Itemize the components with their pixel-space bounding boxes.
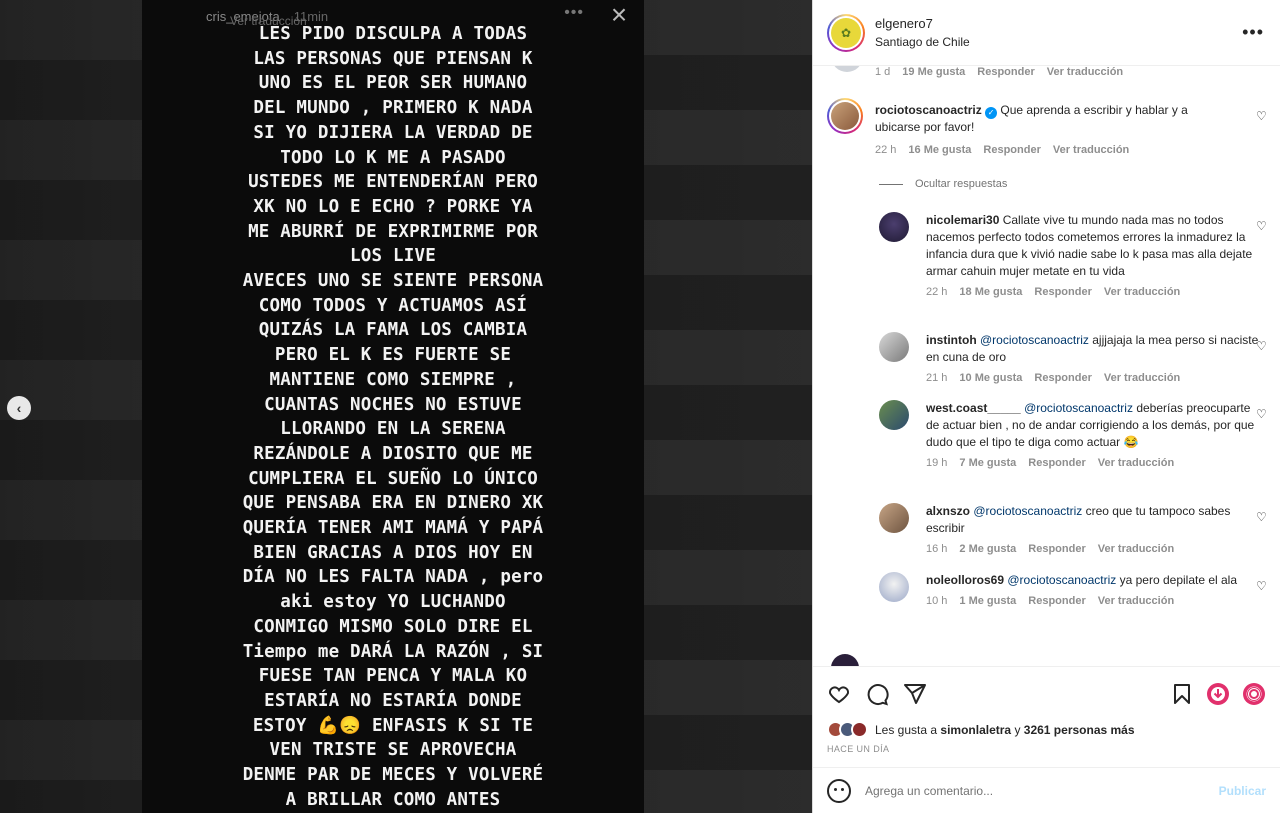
comment-icon[interactable] — [865, 682, 889, 706]
comment-meta: 21 h 10 Me gusta Responder Ver traducción — [926, 372, 1181, 384]
liker-username[interactable]: simonlaletra — [940, 723, 1011, 737]
translate-button[interactable]: Ver traducción — [1098, 543, 1174, 555]
story-text: LES PIDO DISCULPA A TODAS LAS PERSONAS Q… — [242, 24, 544, 810]
avatar — [851, 721, 868, 738]
comment-meta: 1 d 19 Me gusta Responder Ver traducción — [875, 66, 1124, 78]
avatar[interactable] — [879, 212, 909, 242]
story-more-icon: ••• — [564, 4, 584, 21]
reply-button[interactable]: Responder — [977, 66, 1034, 78]
avatar[interactable] — [827, 98, 863, 134]
comment-meta: 10 h1 Me gusta Responder Ver traducción — [926, 595, 1175, 607]
translate-button[interactable]: Ver traducción — [1047, 66, 1123, 78]
likes-count[interactable]: 10 Me gusta — [959, 372, 1022, 384]
reply-item: instintoh @rociotoscanoactriz ajjjajaja … — [879, 332, 1265, 384]
comment-input[interactable] — [865, 783, 1219, 798]
avatar[interactable] — [831, 66, 863, 72]
like-heart-icon[interactable] — [827, 682, 851, 706]
post-location[interactable]: Santiago de Chile — [875, 35, 970, 49]
likes-summary: Les gusta a simonlaletra y 3261 personas… — [827, 721, 1266, 738]
avatar[interactable]: ✿ — [827, 13, 865, 52]
verified-badge-icon: ✓ — [985, 107, 998, 119]
likes-count[interactable]: 19 Me gusta — [902, 66, 965, 78]
download-extension-icon[interactable] — [1206, 682, 1230, 706]
reply-button[interactable]: Responder — [1034, 372, 1091, 384]
reply-item: alxnszo @rociotoscanoactriz creo que tu … — [879, 503, 1265, 555]
avatar[interactable] — [831, 654, 859, 666]
media-viewer: cris_emejota 11min Ver traducción ••• × … — [0, 0, 812, 813]
heart-icon[interactable]: ♡ — [1256, 220, 1268, 232]
more-options-icon[interactable]: ••• — [1242, 22, 1264, 43]
main-comment: rociotoscanoactriz ✓ Que aprenda a escri… — [875, 102, 1235, 156]
translate-button[interactable]: Ver traducción — [1098, 595, 1174, 607]
comment-meta: 16 h2 Me gusta Responder Ver traducción — [926, 543, 1175, 555]
avatar[interactable] — [879, 332, 909, 362]
comment-username[interactable]: west.coast_____ — [926, 401, 1021, 415]
reply-item: west.coast_____ @rociotoscanoactriz debe… — [879, 400, 1265, 469]
publish-button[interactable]: Publicar — [1219, 784, 1266, 798]
reply-item: nicolemari30 Callate vive tu mundo nada … — [879, 212, 1265, 298]
post-time: HACE UN DÍA — [827, 744, 890, 754]
instagram-post-view: cris_emejota 11min Ver traducción ••• × … — [0, 0, 1280, 813]
comment-username[interactable]: noleolloros69 — [926, 573, 1004, 587]
reply-button[interactable]: Responder — [983, 144, 1040, 156]
avatar[interactable] — [879, 572, 909, 602]
comments-list[interactable]: 1 d 19 Me gusta Responder Ver traducción… — [813, 66, 1280, 666]
mention-link[interactable]: @rociotoscanoactriz — [1007, 573, 1116, 587]
heart-icon[interactable]: ♡ — [1256, 110, 1268, 122]
comment-text: ya pero depilate el ala — [1119, 573, 1238, 587]
comment-username[interactable]: alxnszo — [926, 504, 970, 518]
divider-line — [879, 183, 903, 185]
emoji-icon[interactable] — [827, 778, 851, 803]
comment-meta: 19 h7 Me gusta Responder Ver traducción — [926, 457, 1175, 469]
likes-count[interactable]: 3261 personas más — [1024, 723, 1135, 737]
mention-link[interactable]: @rociotoscanoactriz — [973, 504, 1082, 518]
translate-button[interactable]: Ver traducción — [1053, 144, 1129, 156]
likes-count[interactable]: 2 Me gusta — [959, 543, 1016, 555]
reply-button[interactable]: Responder — [1034, 286, 1091, 298]
likes-count[interactable]: 16 Me gusta — [908, 144, 971, 156]
reply-button[interactable]: Responder — [1028, 543, 1085, 555]
likes-count[interactable]: 7 Me gusta — [959, 457, 1016, 469]
heart-icon[interactable]: ♡ — [1256, 580, 1268, 592]
likes-count[interactable]: 18 Me gusta — [959, 286, 1022, 298]
post-panel: ✿ elgenero7 Santiago de Chile ••• 1 d 19… — [812, 0, 1280, 813]
comment-meta: 22 h 18 Me gusta Responder Ver traducción — [926, 286, 1181, 298]
heart-icon[interactable]: ♡ — [1256, 511, 1268, 523]
translate-button[interactable]: Ver traducción — [1104, 286, 1180, 298]
likes-count[interactable]: 1 Me gusta — [959, 595, 1016, 607]
share-icon[interactable] — [903, 682, 927, 706]
comment-meta: 22 h 16 Me gusta Responder Ver traducció… — [875, 144, 1130, 156]
instagram-extension-icon[interactable] — [1242, 682, 1266, 706]
post-username[interactable]: elgenero7 — [875, 16, 970, 31]
comment-username[interactable]: nicolemari30 — [926, 213, 999, 227]
avatar-image-icon: ✿ — [831, 17, 861, 48]
story-screenshot: cris_emejota 11min Ver traducción ••• × … — [142, 0, 644, 813]
post-actions: Les gusta a simonlaletra y 3261 personas… — [813, 666, 1280, 754]
hide-replies-button[interactable]: Ocultar respuestas — [879, 178, 1007, 190]
mention-link[interactable]: @rociotoscanoactriz — [980, 333, 1089, 347]
translate-button[interactable]: Ver traducción — [1104, 372, 1180, 384]
comment-username[interactable]: instintoh — [926, 333, 977, 347]
liker-avatars — [827, 721, 868, 738]
translate-button[interactable]: Ver traducción — [1098, 457, 1174, 469]
heart-icon[interactable]: ♡ — [1256, 340, 1268, 352]
avatar[interactable] — [879, 503, 909, 533]
post-header: ✿ elgenero7 Santiago de Chile ••• — [813, 0, 1280, 66]
reply-button[interactable]: Responder — [1028, 457, 1085, 469]
add-comment-bar: Publicar — [813, 767, 1280, 813]
save-bookmark-icon[interactable] — [1170, 682, 1194, 706]
reply-item: noleolloros69 @rociotoscanoactriz ya per… — [879, 572, 1265, 607]
avatar[interactable] — [879, 400, 909, 430]
heart-icon[interactable]: ♡ — [1256, 408, 1268, 420]
reply-button[interactable]: Responder — [1028, 595, 1085, 607]
comment-username[interactable]: rociotoscanoactriz — [875, 103, 982, 117]
previous-arrow-icon[interactable]: ‹ — [7, 396, 31, 420]
mention-link[interactable]: @rociotoscanoactriz — [1024, 401, 1133, 415]
